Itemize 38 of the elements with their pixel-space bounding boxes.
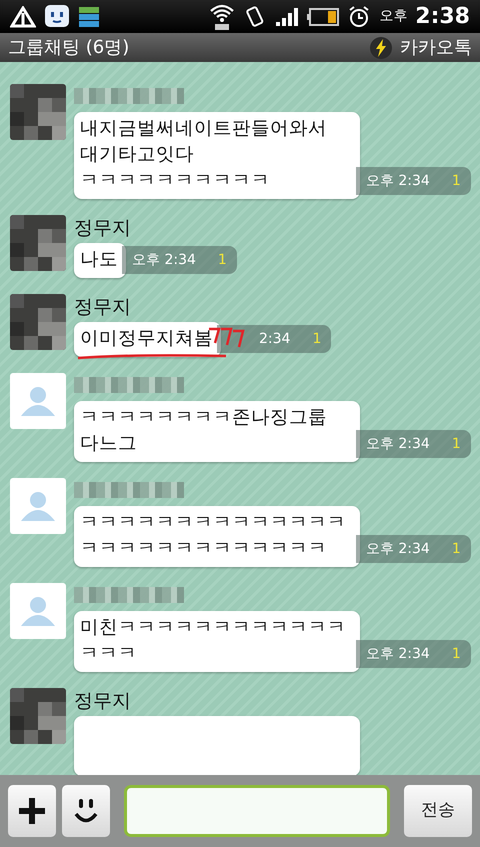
lightning-icon — [370, 36, 392, 58]
wifi-icon — [209, 2, 236, 30]
message-bubble: ㅋㅋㅋㅋㅋㅋㅋㅋㅋㅋㅋㅋㅋㅋㅋㅋㅋㅋㅋㅋㅋㅋㅋㅋㅋㅋㅋ — [74, 506, 360, 567]
unread-count: 1 — [452, 434, 461, 454]
sender-name: 정무지 — [74, 689, 132, 714]
app-icon — [78, 6, 100, 28]
message-bubble: 미친ㅋㅋㅋㅋㅋㅋㅋㅋㅋㅋㅋㅋㅋㅋㅋ — [74, 611, 360, 672]
clock-period: 오후 — [379, 7, 408, 26]
unread-count: 1 — [452, 172, 461, 190]
send-button[interactable]: 전송 — [404, 785, 472, 837]
clock-time: 2:38 — [415, 3, 470, 31]
message-time: 오후 2:34 — [366, 172, 430, 190]
unread-count: 1 — [452, 644, 461, 664]
message-time: 오후 2:34 — [366, 434, 430, 454]
app-name: 카카오톡 — [400, 36, 472, 60]
message-time: 오후 2:34 — [366, 644, 430, 664]
message-bubble: 내지금벌써네이트판들어와서 대기타고잇다 ㅋㅋㅋㅋㅋㅋㅋㅋㅋㅋ — [74, 112, 360, 199]
message-bubble: ㅋㅋㅋㅋㅋㅋㅋㅋ존나징그룹 다느그 — [74, 401, 360, 462]
alarm-icon — [347, 4, 372, 28]
message-time: 2:34 — [259, 330, 290, 348]
sender-name: 정무지 — [74, 216, 132, 241]
smiley-icon — [74, 797, 98, 825]
message-time: 오후 2:34 — [132, 250, 196, 270]
message-bubble: 나도 — [74, 243, 126, 278]
emoticon-button[interactable] — [62, 785, 110, 837]
message-time: 오후 2:34 — [366, 540, 430, 558]
signal-icon — [275, 6, 300, 26]
plus-icon — [19, 798, 45, 824]
sender-name: 정무지 — [74, 295, 132, 320]
warning-icon — [10, 6, 36, 28]
chat-title: 그룹채팅 (6명) — [8, 36, 130, 60]
unread-count: 1 — [452, 540, 461, 558]
unread-count: 1 — [218, 250, 227, 270]
unread-count: 1 — [312, 330, 322, 348]
battery-icon — [307, 8, 340, 26]
message-input[interactable] — [124, 785, 390, 837]
plus-button[interactable] — [8, 785, 56, 837]
messenger-icon — [44, 4, 70, 30]
